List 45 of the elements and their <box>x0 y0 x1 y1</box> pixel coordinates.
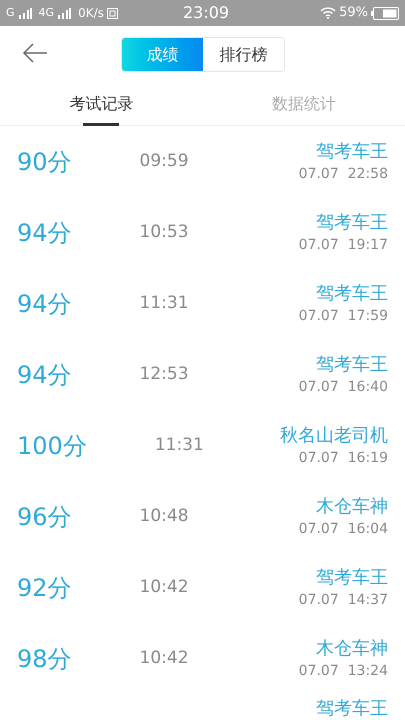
player-name: 木仓车神 <box>316 494 388 518</box>
player-name: 驾考车王 <box>316 210 388 234</box>
record-date: 07.07 22:58 <box>298 164 388 184</box>
score-text: 94分 <box>17 218 72 248</box>
score-text: 90分 <box>17 146 72 178</box>
tab[interactable]: 考试记录 <box>0 82 202 125</box>
score-text: 94分 <box>17 360 72 390</box>
player-name: 木仓车神 <box>316 636 388 660</box>
score-text: 98分 <box>17 644 72 674</box>
back-arrow-icon <box>22 43 48 63</box>
network-label: G <box>6 4 15 21</box>
score-text: 96分 <box>17 502 72 532</box>
score-text: 92分 <box>17 572 72 604</box>
player-name: 驾考车王 <box>316 566 388 590</box>
player-name: 秋名山老司机 <box>280 424 388 448</box>
status-time: 23:09 <box>183 2 230 24</box>
score-text: 100分 <box>17 430 87 462</box>
battery-icon <box>371 6 399 20</box>
record-date: 07.07 16:19 <box>298 448 388 468</box>
duration-text: 10:42 <box>140 576 189 599</box>
score-text: 94分 <box>17 288 72 320</box>
duration-text: 12:53 <box>140 362 189 386</box>
duration-text: 10:53 <box>140 220 189 244</box>
signal-icon <box>18 8 32 18</box>
player-name: 驾考车王 <box>316 140 388 164</box>
wifi-icon <box>320 7 336 19</box>
speed-label: 0K/s <box>78 5 104 22</box>
player-name: 驾考车王 <box>316 698 388 720</box>
signal-icon <box>57 8 72 18</box>
player-name: 驾考车王 <box>316 352 388 376</box>
duration-text: 10:42 <box>140 646 189 670</box>
duration-text: 11:31 <box>154 434 204 457</box>
duration-text: 09:59 <box>140 150 189 173</box>
record-date: 07.07 16:40 <box>298 378 388 396</box>
record-date: 07.07 14:37 <box>298 590 388 610</box>
record-date: 07.07 17:59 <box>298 306 388 326</box>
player-name: 驾考车王 <box>316 282 388 306</box>
duration-text: 10:48 <box>140 504 189 528</box>
record-date: 07.07 19:17 <box>298 236 388 254</box>
sim-icon <box>106 8 118 18</box>
network-label: 4G <box>38 4 54 21</box>
record-date: 07.07 16:04 <box>298 520 388 538</box>
battery-percent: 59% <box>339 4 368 22</box>
record-date: 07.07 13:24 <box>298 662 388 680</box>
duration-text: 11:31 <box>140 292 189 315</box>
